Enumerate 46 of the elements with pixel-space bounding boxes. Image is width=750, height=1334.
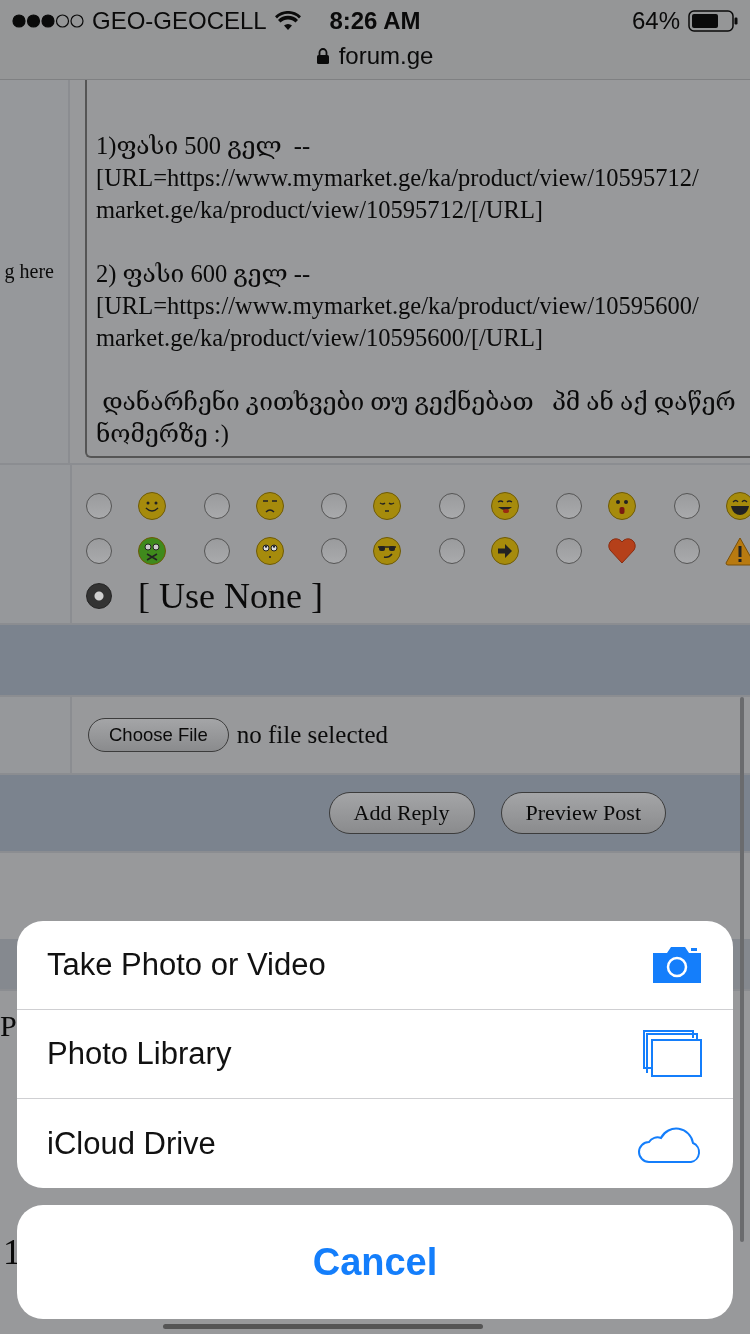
radio-button[interactable]	[86, 537, 112, 564]
text-fragment: P	[0, 1009, 17, 1043]
cancel-button[interactable]: Cancel	[17, 1205, 733, 1319]
warning-icon	[724, 535, 750, 566]
battery-percent: 64%	[631, 7, 680, 35]
radio-button[interactable]	[86, 492, 112, 519]
smiley-icon	[254, 490, 285, 521]
radio-button[interactable]	[321, 492, 347, 519]
radio-button[interactable]	[673, 492, 700, 519]
camera-icon	[651, 945, 703, 985]
smiley-icon	[607, 490, 637, 521]
clock-time: 8:26 AM	[329, 7, 421, 35]
radio-button[interactable]	[438, 537, 465, 564]
smiley-icon	[724, 490, 750, 521]
smiley-icon	[372, 535, 402, 566]
radio-button[interactable]	[556, 537, 582, 564]
smiley-icon	[137, 490, 167, 521]
field-label: g here	[4, 260, 54, 283]
radio-button[interactable]	[86, 583, 112, 609]
smiley-icon	[137, 535, 167, 566]
radio-button[interactable]	[203, 537, 230, 564]
sheet-option[interactable]: Photo Library	[17, 1010, 733, 1099]
form-button[interactable]: Preview Post	[500, 792, 666, 834]
smiley-icon	[489, 490, 520, 521]
form-button[interactable]: Add Reply	[328, 792, 475, 834]
signal-icon	[12, 14, 84, 28]
sheet-option[interactable]: Take Photo or Video	[17, 921, 733, 1010]
choose-file-button[interactable]: Choose File	[88, 718, 229, 752]
radio-button[interactable]	[203, 492, 230, 519]
radio-button[interactable]	[438, 492, 465, 519]
address-url[interactable]: forum.ge	[338, 42, 434, 70]
heart-icon	[607, 535, 637, 566]
carrier-name: GEO-GEOCELL	[92, 7, 267, 35]
smiley-icon	[372, 490, 402, 521]
radio-button[interactable]	[673, 537, 700, 564]
battery-icon	[688, 10, 738, 32]
use-none-label: [ Use None ]	[138, 575, 323, 617]
wifi-icon	[274, 11, 301, 31]
smiley-icon	[254, 535, 285, 566]
lock-icon	[316, 48, 329, 64]
file-status: no file selected	[236, 721, 389, 749]
sheet-option[interactable]: iCloud Drive	[17, 1099, 733, 1188]
radio-button[interactable]	[321, 537, 347, 564]
message-field[interactable]: 1)ფასი 500 გელ -- [URL=https://www.mymarket.ge/ka/product/view/10595712/ market.ge/ka/product/view/10595712/[/URL] 2) ფასი 600 გელ -- [URL=https://www.mymarket.ge/ka/product/view/10595600/ market.ge/ka/product/view/10595600/[/URL] დანარჩენი კითხვები თუ გექნებათ პმ ან აქ დაწერ ნომერზე :)	[85, 80, 750, 458]
radio-button[interactable]	[556, 492, 582, 519]
photos-icon	[643, 1030, 703, 1078]
